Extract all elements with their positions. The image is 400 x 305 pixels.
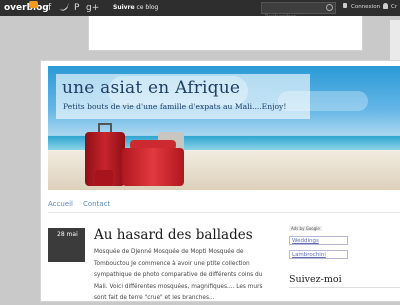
top-ad-panel (88, 16, 363, 51)
logo-badge-icon (29, 1, 38, 8)
nav-divider (48, 212, 400, 213)
ad-link-weddings[interactable]: Weddings (289, 236, 348, 245)
search-icon[interactable] (326, 4, 333, 11)
post-title[interactable]: Au hasard des ballades (94, 227, 253, 243)
post-excerpt: Mosquée de Djenné Mosquée de Mopti Mosqu… (94, 249, 263, 301)
suitcase-image (95, 170, 113, 186)
user-icon (383, 3, 388, 9)
facebook-icon[interactable]: f (48, 3, 51, 13)
lock-icon (343, 3, 347, 8)
twitter-icon[interactable] (60, 3, 69, 14)
nav-item-accueil[interactable]: Accueil (48, 200, 73, 208)
ads-label[interactable]: Ads by Google (289, 226, 322, 231)
follow-blog-link[interactable]: Suivre ce blog (113, 4, 158, 11)
main-nav: Accueil Contact (48, 200, 120, 208)
follow-label: Suivre (113, 4, 135, 11)
sidebar-divider (289, 287, 400, 288)
pinterest-icon[interactable]: P (74, 3, 79, 13)
nav-item-contact[interactable]: Contact (83, 200, 110, 208)
overblog-logo[interactable]: overblog (4, 3, 49, 13)
follow-me-heading: Suivez-moi (289, 274, 342, 285)
blog-subtitle: Petits bouts de vie d'une famille d'expa… (63, 102, 287, 111)
side-strip (390, 20, 400, 60)
login-link[interactable]: Connexion (351, 4, 380, 10)
googleplus-icon[interactable]: g+ (86, 3, 99, 13)
suitcase-image (122, 148, 184, 186)
search-box[interactable] (261, 2, 336, 22)
post-date: 28 mai (57, 231, 78, 238)
blog-title[interactable]: une asiat en Afrique (62, 78, 240, 98)
follow-suffix: ce blog (134, 4, 159, 11)
signup-link[interactable]: Cr (391, 4, 397, 10)
ad-link-lambrochini[interactable]: Lambrochini (289, 250, 348, 259)
